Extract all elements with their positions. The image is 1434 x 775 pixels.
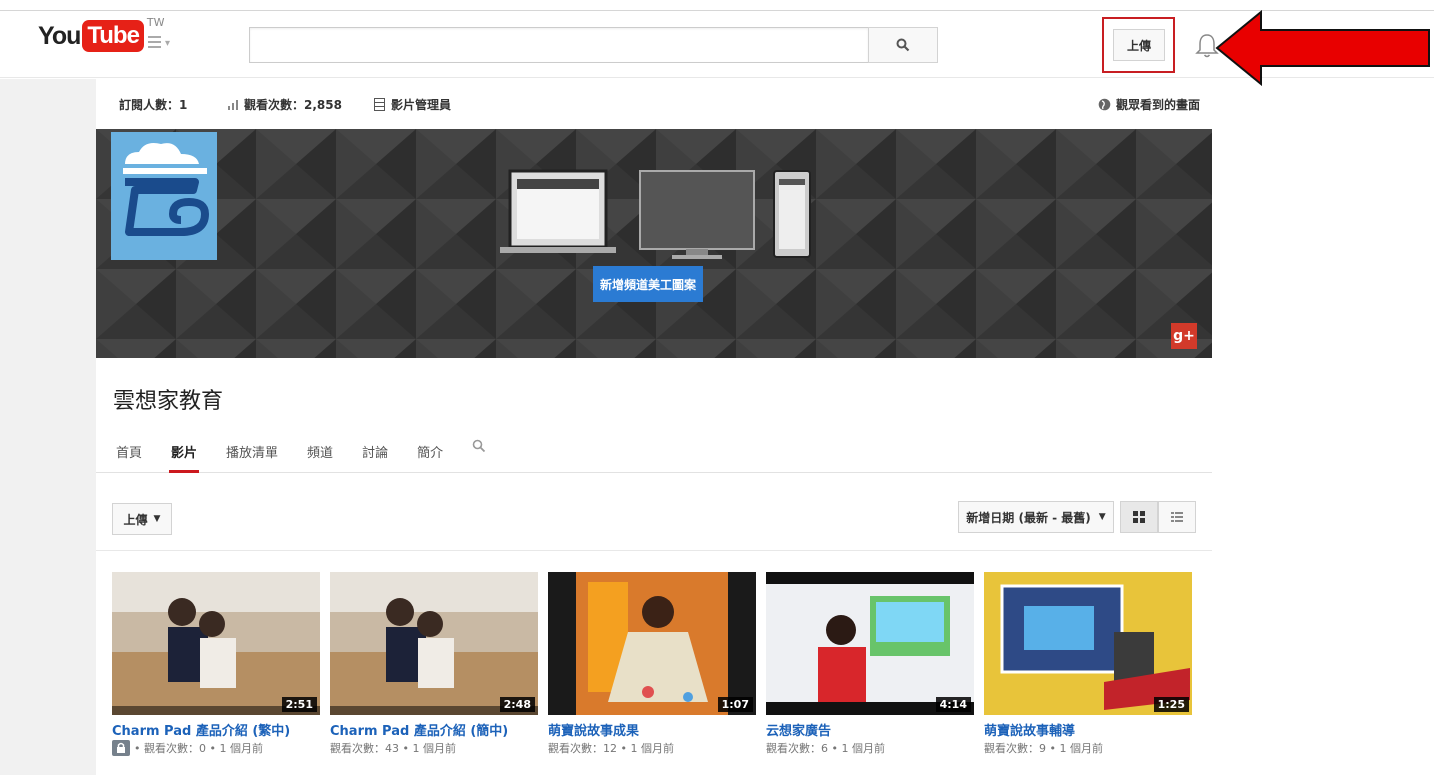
- video-meta: 觀看次數：6 • 1 個月前: [766, 740, 885, 756]
- search-button[interactable]: [868, 27, 938, 63]
- thumbnail-image: [548, 572, 756, 715]
- video-duration: 1:25: [1153, 697, 1189, 712]
- sort-dropdown-label: 新增日期 (最新 - 最舊): [966, 510, 1091, 525]
- video-thumbnail[interactable]: 1:25: [984, 572, 1192, 715]
- caret-down-icon: ▼: [153, 514, 161, 524]
- channel-search-icon[interactable]: [472, 439, 486, 453]
- list-view-button[interactable]: [1158, 501, 1196, 533]
- video-title[interactable]: Charm Pad 產品介紹 (簡中): [330, 720, 508, 739]
- video-title[interactable]: 萌寶說故事成果: [548, 720, 639, 739]
- add-channel-art-button[interactable]: 新增頻道美工圖案: [593, 266, 703, 302]
- thumbnail-image: [984, 572, 1192, 715]
- video-meta: 觀看次數：43 • 1 個月前: [330, 740, 456, 756]
- video-title[interactable]: 萌寶說故事輔導: [984, 720, 1075, 739]
- red-arrow-annotation: [1215, 10, 1430, 86]
- video-meta-text: 觀看次數：43 • 1 個月前: [330, 742, 456, 755]
- channel-avatar[interactable]: [111, 132, 217, 260]
- video-thumbnail[interactable]: 2:48: [330, 572, 538, 715]
- caret-down-icon: ▼: [1098, 512, 1106, 522]
- channel-banner: 新增頻道美工圖案 g+: [96, 129, 1212, 358]
- channel-title[interactable]: 雲想家教育: [113, 383, 223, 415]
- tab-videos[interactable]: 影片: [169, 442, 200, 473]
- video-title[interactable]: 云想家廣告: [766, 720, 831, 739]
- channel-tabs: 首頁 影片 播放清單 頻道 討論 簡介: [116, 439, 486, 473]
- private-lock-icon: [112, 740, 130, 756]
- hamburger-icon: [148, 36, 161, 38]
- region-label: TW: [146, 16, 165, 29]
- upload-dropdown-label: 上傳: [123, 512, 148, 527]
- hamburger-line: [148, 41, 161, 43]
- video-meta-text: 觀看次數：6 • 1 個月前: [766, 742, 885, 755]
- video-meta-text: 觀看次數：12 • 1 個月前: [548, 742, 674, 755]
- view-count[interactable]: 觀看次數：2,858: [228, 96, 342, 113]
- bar-chart-icon: [228, 99, 238, 110]
- subscriber-count: 訂閱人數：1: [119, 98, 188, 112]
- video-duration: 1:07: [717, 697, 753, 712]
- logo-you-text: You: [38, 22, 81, 50]
- google-plus-icon[interactable]: g+: [1171, 323, 1197, 349]
- logo-tube-text: Tube: [82, 20, 144, 52]
- video-meta: • 觀看次數：0 • 1 個月前: [112, 740, 263, 756]
- tab-home[interactable]: 首頁: [116, 442, 142, 472]
- video-meta-text: 觀看次數：9 • 1 個月前: [984, 742, 1103, 755]
- video-thumbnail[interactable]: 2:51: [112, 572, 320, 715]
- video-duration: 4:14: [935, 697, 971, 712]
- channel-stats-bar: 訂閱人數：1 觀看次數：2,858 影片管理員 觀眾看到的畫面: [96, 79, 1212, 129]
- youtube-logo[interactable]: You Tube TW: [38, 16, 165, 52]
- grid-view-button[interactable]: [1120, 501, 1158, 533]
- thumbnail-image: [112, 572, 320, 715]
- grid-icon: [1133, 511, 1145, 523]
- hamburger-line: [148, 46, 161, 48]
- video-meta: 觀看次數：12 • 1 個月前: [548, 740, 674, 756]
- tab-playlists[interactable]: 播放清單: [226, 442, 278, 472]
- film-icon: [374, 98, 385, 111]
- upload-dropdown-button[interactable]: 上傳 ▼: [112, 503, 172, 535]
- banner-pattern: [96, 129, 1212, 358]
- videos-section: 上傳 ▼ 新增日期 (最新 - 最舊) ▼ 2:51 Charm Pad 產品介…: [96, 477, 1212, 775]
- video-thumbnail[interactable]: 1:07: [548, 572, 756, 715]
- video-duration: 2:51: [281, 697, 317, 712]
- cloud-logo-icon: [123, 143, 209, 236]
- video-title[interactable]: Charm Pad 產品介紹 (繁中): [112, 720, 290, 739]
- channel-header: 雲想家教育 首頁 影片 播放清單 頻道 討論 簡介: [96, 358, 1212, 473]
- tab-discussion[interactable]: 討論: [362, 442, 388, 472]
- upload-button[interactable]: 上傳: [1113, 29, 1165, 61]
- view-as-text: 觀眾看到的畫面: [1115, 98, 1200, 112]
- chevron-down-icon: ▾: [165, 38, 171, 49]
- video-meta-text: • 觀看次數：0 • 1 個月前: [134, 742, 263, 755]
- thumbnail-image: [766, 572, 974, 715]
- thumbnail-image: [330, 572, 538, 715]
- search-input[interactable]: [249, 27, 869, 63]
- video-thumbnail[interactable]: 4:14: [766, 572, 974, 715]
- view-as-public-link[interactable]: 觀眾看到的畫面: [1098, 96, 1200, 113]
- videos-toolbar: 上傳 ▼ 新增日期 (最新 - 最舊) ▼: [96, 477, 1212, 551]
- video-duration: 2:48: [499, 697, 535, 712]
- sort-dropdown[interactable]: 新增日期 (最新 - 最舊) ▼: [958, 501, 1114, 533]
- tab-channels[interactable]: 頻道: [307, 442, 333, 472]
- video-manager-text: 影片管理員: [391, 98, 452, 112]
- video-manager-link[interactable]: 影片管理員: [374, 96, 451, 113]
- search-icon: [896, 38, 910, 52]
- tab-about[interactable]: 簡介: [417, 442, 443, 472]
- left-gutter: [0, 79, 96, 775]
- guide-menu-button[interactable]: ▾: [148, 33, 174, 49]
- globe-icon: [1098, 98, 1111, 111]
- list-icon: [1171, 512, 1183, 522]
- video-meta: 觀看次數：9 • 1 個月前: [984, 740, 1103, 756]
- view-count-text: 觀看次數：2,858: [244, 98, 342, 112]
